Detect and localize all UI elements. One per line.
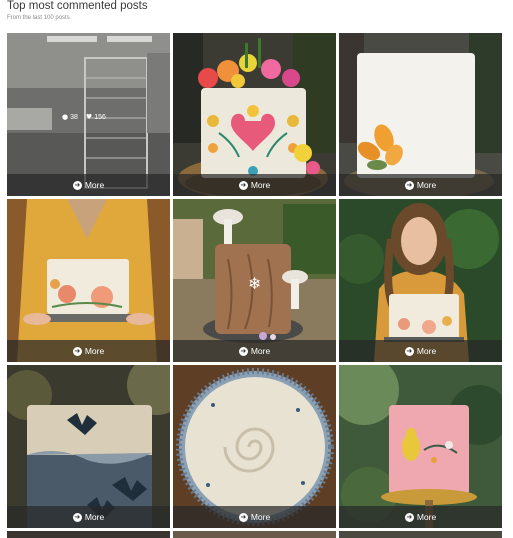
arrow-circle-icon: ➜ <box>72 512 82 522</box>
post-photo-stump-cake: ❄ <box>173 199 336 362</box>
more-button[interactable]: ➜ More <box>339 174 502 196</box>
post-tile-6[interactable]: ➜ More <box>339 199 502 362</box>
post-tile-3[interactable]: ➜ More <box>339 33 502 196</box>
post-tile-10[interactable] <box>7 531 170 538</box>
more-button[interactable]: ➜ More <box>339 506 502 528</box>
post-photo-yellow-dress-cake <box>7 199 170 362</box>
post-tile-2[interactable]: ➜ More <box>173 33 336 196</box>
post-photo-pink-bird-cake <box>339 365 502 528</box>
arrow-circle-icon: ➜ <box>238 346 248 356</box>
more-button[interactable]: ➜ More <box>7 174 170 196</box>
post-photo-partial <box>339 531 502 538</box>
more-button[interactable]: ➜ More <box>7 506 170 528</box>
arrow-circle-icon: ➜ <box>404 346 414 356</box>
arrow-circle-icon: ➜ <box>404 512 414 522</box>
page-title: Top most commented posts <box>7 0 148 12</box>
post-photo-heart-cake <box>173 33 336 196</box>
post-tile-5[interactable]: ❄ ➜ More <box>173 199 336 362</box>
heart-icon: ♥ <box>85 113 93 121</box>
post-photo-swirl-cake <box>173 365 336 528</box>
arrow-circle-icon: ➜ <box>238 180 248 190</box>
post-stats: ● 38 ♥ 156 <box>62 113 106 121</box>
post-photo-partial <box>7 531 170 538</box>
post-tile-4[interactable]: ➜ More <box>7 199 170 362</box>
post-photo-woman-floral-cake <box>339 199 502 362</box>
arrow-circle-icon: ➜ <box>72 180 82 190</box>
arrow-circle-icon: ➜ <box>238 512 248 522</box>
post-tile-1[interactable]: ● 38 ♥ 156 ➜ More <box>7 33 170 196</box>
post-tile-9[interactable]: ➜ More <box>339 365 502 528</box>
more-button[interactable]: ➜ More <box>7 340 170 362</box>
post-tile-7[interactable]: ➜ More <box>7 365 170 528</box>
more-button[interactable]: ➜ More <box>173 506 336 528</box>
post-photo-white-cake <box>339 33 502 196</box>
post-tile-11[interactable] <box>173 531 336 538</box>
more-button[interactable]: ➜ More <box>339 340 502 362</box>
more-button[interactable]: ➜ More <box>173 340 336 362</box>
arrow-circle-icon: ➜ <box>404 180 414 190</box>
like-count: ♥ 156 <box>85 113 106 121</box>
post-photo-bat-cake <box>7 365 170 528</box>
posts-grid: ● 38 ♥ 156 ➜ More ➜ More ➜ More ➜ More ❄… <box>7 33 503 538</box>
post-photo-partial <box>173 531 336 538</box>
arrow-circle-icon: ➜ <box>72 346 82 356</box>
more-button[interactable]: ➜ More <box>173 174 336 196</box>
post-tile-12[interactable] <box>339 531 502 538</box>
speech-bubble-icon: ● <box>62 113 69 121</box>
post-tile-8[interactable]: ➜ More <box>173 365 336 528</box>
header: Top most commented posts From the last 1… <box>7 0 148 22</box>
comment-count: ● 38 <box>62 113 78 121</box>
page-subtitle: From the last 100 posts <box>7 15 70 21</box>
svg-text:❄: ❄ <box>248 274 261 293</box>
